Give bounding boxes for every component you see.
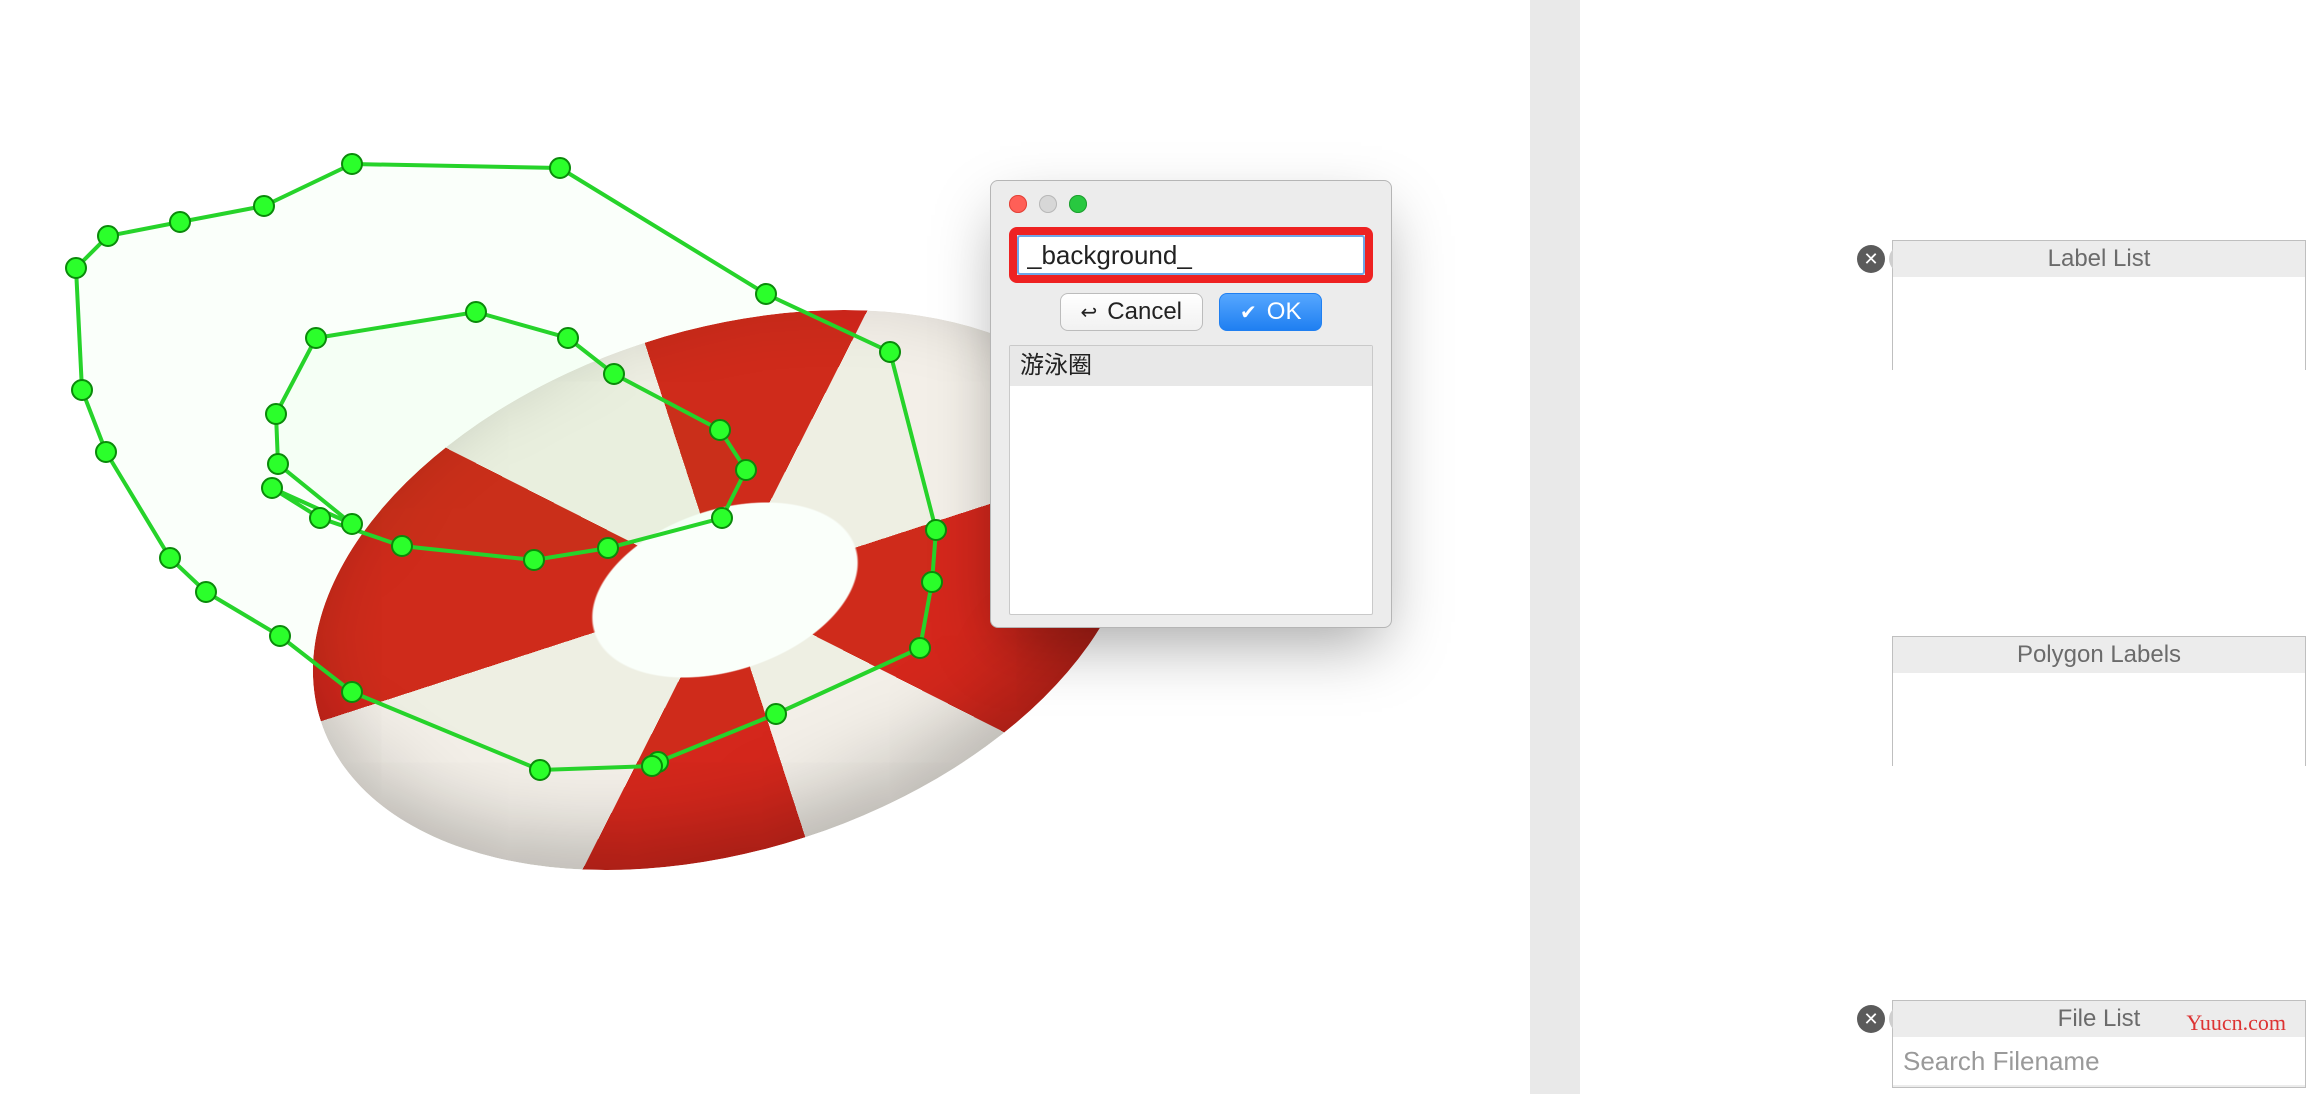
dock-polygon-labels-title: Polygon Labels bbox=[1893, 637, 2305, 673]
cancel-button[interactable]: ↩ Cancel bbox=[1060, 293, 1203, 331]
undo-icon: ↩ bbox=[1081, 300, 1098, 325]
dock-polygon-labels: Polygon Labels bbox=[1892, 636, 2306, 766]
traffic-minimize-icon[interactable] bbox=[1039, 195, 1057, 213]
app-stage: ✕ ▣ Label List Polygon Labels ✕ ▣ File L… bbox=[0, 0, 2306, 1094]
dock-label-list-title: Label List bbox=[1893, 241, 2305, 277]
label-list-body[interactable] bbox=[1893, 277, 2305, 371]
traffic-zoom-icon[interactable] bbox=[1069, 195, 1087, 213]
ok-button-label: OK bbox=[1267, 298, 1302, 326]
file-search-input[interactable] bbox=[1893, 1037, 2305, 1085]
window-traffic-lights bbox=[1009, 195, 1373, 213]
ok-button[interactable]: ✔ OK bbox=[1219, 293, 1322, 331]
label-dialog: ↩ Cancel ✔ OK 游泳圈 bbox=[990, 180, 1392, 628]
watermark-text: Yuucn.com bbox=[2186, 1010, 2286, 1036]
polygon-labels-body[interactable] bbox=[1893, 673, 2305, 767]
cancel-button-label: Cancel bbox=[1107, 298, 1182, 326]
dock-label-list: ✕ ▣ Label List bbox=[1892, 240, 2306, 370]
list-item[interactable]: 游泳圈 bbox=[1010, 346, 1372, 386]
check-icon: ✔ bbox=[1240, 300, 1257, 325]
label-name-input[interactable] bbox=[1017, 235, 1365, 275]
close-icon[interactable]: ✕ bbox=[1857, 245, 1885, 273]
right-dock-column: ✕ ▣ Label List Polygon Labels ✕ ▣ File L… bbox=[1580, 0, 2306, 1094]
existing-label-list[interactable]: 游泳圈 bbox=[1009, 345, 1373, 615]
dialog-button-row: ↩ Cancel ✔ OK bbox=[1009, 293, 1373, 331]
close-icon[interactable]: ✕ bbox=[1857, 1005, 1885, 1033]
traffic-close-icon[interactable] bbox=[1009, 195, 1027, 213]
vertical-splitter[interactable] bbox=[1530, 0, 1580, 1094]
label-input-highlight bbox=[1009, 227, 1373, 283]
